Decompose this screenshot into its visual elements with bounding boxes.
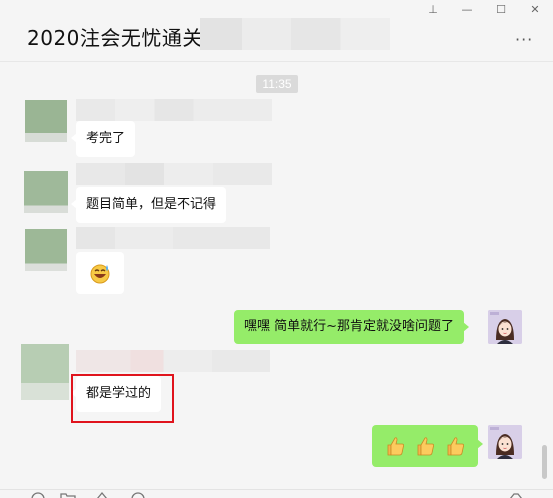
emoji-icon[interactable]	[30, 491, 46, 498]
more-options-icon[interactable]: ···	[515, 30, 533, 49]
chat-window: 2020注会无忧通关班 ⊥ — ☐ ✕ ··· 11:35 考完了 题目简单，但…	[0, 0, 553, 498]
thumbs-up-icon	[417, 437, 434, 456]
chat-scrollbar[interactable]	[542, 445, 547, 479]
girl-avatar-icon	[488, 310, 522, 344]
message-timestamp: 11:35	[256, 75, 298, 93]
maximize-icon[interactable]: ☐	[493, 2, 509, 18]
call-icon[interactable]	[508, 491, 524, 498]
close-icon[interactable]: ✕	[527, 2, 543, 18]
folder-icon[interactable]	[60, 491, 76, 498]
blurred-sender-name	[76, 227, 270, 249]
self-message-bubble[interactable]: 嘿嘿 简单就行~那肯定就没啥问题了	[234, 310, 470, 344]
grinning-sweat-emoji-icon	[90, 264, 110, 284]
sticker-message[interactable]	[76, 252, 124, 294]
input-divider	[0, 489, 553, 490]
self-avatar[interactable]	[488, 425, 522, 459]
highlight-box	[71, 374, 174, 423]
blurred-title-region	[200, 18, 390, 50]
minimize-icon[interactable]: —	[459, 2, 475, 18]
chat-header: 2020注会无忧通关班 ⊥ — ☐ ✕ ···	[0, 0, 553, 62]
avatar[interactable]	[25, 229, 67, 271]
avatar[interactable]	[25, 100, 67, 142]
girl-avatar-icon	[488, 425, 522, 459]
thumbs-up-icon	[387, 437, 404, 456]
chat-title: 2020注会无忧通关班	[27, 26, 224, 50]
self-avatar[interactable]	[488, 310, 522, 344]
thumbs-up-icon	[447, 437, 464, 456]
blurred-sender-name	[76, 99, 272, 121]
blurred-sender-name	[76, 163, 272, 185]
avatar[interactable]	[24, 171, 68, 213]
chat-history-icon[interactable]	[130, 491, 146, 498]
pin-icon[interactable]: ⊥	[425, 2, 441, 18]
message-bubble[interactable]: 题目简单，但是不记得	[70, 187, 227, 223]
avatar[interactable]	[21, 344, 69, 400]
scissors-icon[interactable]	[94, 491, 110, 498]
message-bubble[interactable]: 考完了	[70, 121, 136, 157]
blurred-sender-name	[76, 350, 270, 372]
self-emoji-message[interactable]	[372, 425, 483, 467]
